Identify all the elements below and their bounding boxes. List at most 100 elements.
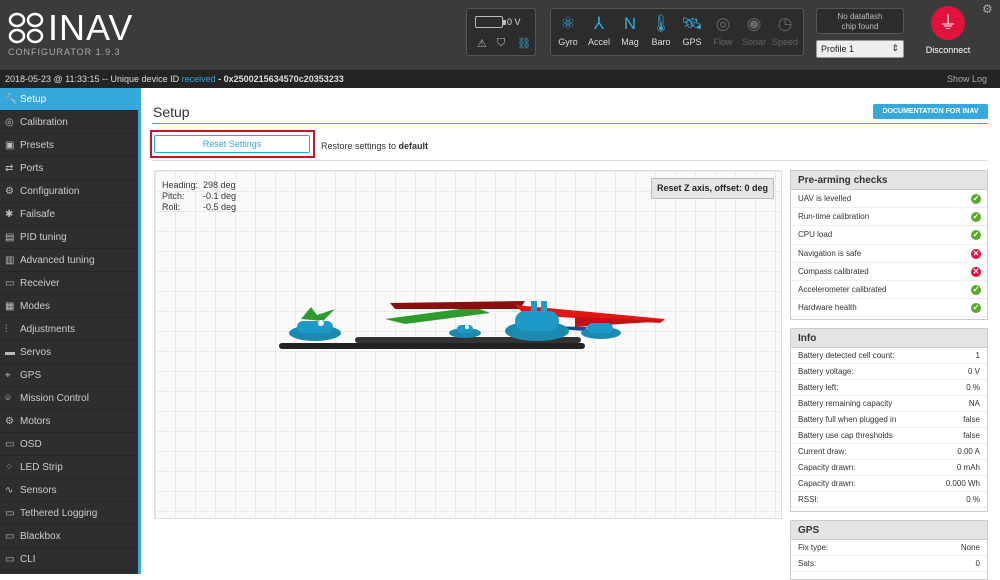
prearming-checks: UAV is levelled ✓ Run-time calibration ✓ CPU… bbox=[791, 190, 987, 318]
sidebar-item-sensors[interactable]: ∿ Sensors bbox=[0, 479, 138, 502]
sidebar-item-led-strip[interactable]: ⁘ LED Strip bbox=[0, 456, 138, 479]
sidebar-item-osd[interactable]: ▭ OSD bbox=[0, 433, 138, 456]
sidebar-item-mission-control[interactable]: ⌾ Mission Control bbox=[0, 387, 138, 410]
info-value: 0.00 A bbox=[957, 447, 980, 456]
sensor-label: Mag bbox=[621, 37, 639, 47]
calibration-icon: ◎ bbox=[5, 117, 14, 128]
osd-icon: ▭ bbox=[5, 439, 15, 450]
info-label: Battery left: bbox=[798, 383, 839, 392]
usb-plug-icon: ⏚ bbox=[931, 6, 965, 40]
sidebar-item-blackbox[interactable]: ▭ Blackbox bbox=[0, 525, 138, 548]
documentation-button[interactable]: DOCUMENTATION FOR INAV bbox=[873, 104, 988, 119]
sidebar-item-label: GPS bbox=[20, 370, 42, 381]
sidebar-item-modes[interactable]: ▦ Modes bbox=[0, 295, 138, 318]
sidebar-item-presets[interactable]: ▣ Presets bbox=[0, 134, 138, 157]
attitude-readout: Heading: 298 deg Pitch: -0.1 deg Roll: -0.5… bbox=[162, 180, 236, 213]
sidebar-item-motors[interactable]: ⚙ Motors bbox=[0, 410, 138, 433]
sensor-gyro: ⚛ Gyro bbox=[553, 11, 583, 55]
sidebar-item-label: Mission Control bbox=[20, 393, 89, 404]
prearming-title: Pre-arming checks bbox=[791, 171, 987, 190]
blackbox-icon: ▭ bbox=[5, 531, 15, 542]
sidebar-item-label: Presets bbox=[20, 140, 54, 151]
sensor-mag: N Mag bbox=[615, 11, 645, 55]
sidebar-item-tethered-logging[interactable]: ▭ Tethered Logging bbox=[0, 502, 138, 525]
prearming-check-row: Accelerometer calibrated ✓ bbox=[791, 281, 987, 300]
battery-icon bbox=[475, 16, 506, 28]
info-value: NA bbox=[968, 399, 980, 408]
show-log-link[interactable]: Show Log bbox=[947, 70, 987, 88]
info-label: Capacity drawn: bbox=[798, 463, 856, 472]
speed-icon: ◷ bbox=[777, 14, 793, 33]
sidebar-item-failsafe[interactable]: ✱ Failsafe bbox=[0, 203, 138, 226]
log-timestamp: 2018-05-23 @ 11:33:15 -- Unique device I… bbox=[5, 74, 182, 84]
sidebar-item-setup[interactable]: 🔧 Setup bbox=[0, 88, 138, 111]
gps-value: None bbox=[960, 543, 980, 552]
sidebar-item-pid-tuning[interactable]: ▤ PID tuning bbox=[0, 226, 138, 249]
gps-rows: Fix type: None Sats: 0 bbox=[791, 540, 987, 572]
info-row: Capacity drawn: 0.000 Wh bbox=[791, 476, 987, 492]
info-row: Capacity drawn: 0 mAh bbox=[791, 460, 987, 476]
log-device-id: - 0x2500215634570c20353233 bbox=[215, 74, 344, 84]
sonar-icon: ◉ bbox=[746, 14, 762, 33]
check-label: Navigation is safe bbox=[798, 248, 862, 258]
dataflash-status: No dataflash chip found bbox=[816, 8, 904, 34]
app-name: INAV bbox=[48, 7, 134, 48]
sidebar-item-adjustments[interactable]: ⫶ Adjustments bbox=[0, 318, 138, 341]
tethered-logging-icon: ▭ bbox=[5, 508, 15, 519]
gear-icon: ⚙ bbox=[5, 186, 14, 197]
info-value: 1 bbox=[975, 351, 980, 360]
sidebar-item-ports[interactable]: ⇄ Ports bbox=[0, 157, 138, 180]
gps-panel: GPS Fix type: None Sats: 0 bbox=[790, 520, 988, 580]
check-label: Compass calibrated bbox=[798, 266, 869, 276]
check-label: Hardware health bbox=[798, 303, 857, 313]
sidebar-edge bbox=[138, 88, 141, 574]
model-view: Heading: 298 deg Pitch: -0.1 deg Roll: -0.5… bbox=[154, 170, 782, 519]
info-panel: Info Battery detected cell count: 1 Batter… bbox=[790, 328, 988, 512]
sidebar-item-advanced-tuning[interactable]: ▥ Advanced tuning bbox=[0, 249, 138, 272]
sensor-label: Gyro bbox=[558, 37, 578, 47]
sidebar-item-label: Sensors bbox=[20, 485, 57, 496]
dataflash-line2: chip found bbox=[841, 22, 879, 31]
log-received: received bbox=[181, 74, 216, 84]
sidebar-item-cli[interactable]: ▭ CLI bbox=[0, 548, 138, 571]
mag-icon: N bbox=[623, 14, 637, 33]
settings-gear-icon[interactable]: ⚙ bbox=[982, 2, 993, 16]
info-label: Battery voltage: bbox=[798, 367, 854, 376]
prearming-check-row: CPU load ✓ bbox=[791, 226, 987, 245]
profile-select[interactable]: Profile 1 ⇕ bbox=[816, 40, 904, 58]
led-strip-icon: ⁘ bbox=[5, 462, 14, 473]
gyro-icon: ⚛ bbox=[560, 14, 576, 33]
sidebar-item-servos[interactable]: ▬ Servos bbox=[0, 341, 138, 364]
gps-label: Sats: bbox=[798, 559, 817, 568]
advanced-tuning-icon: ▥ bbox=[5, 255, 15, 266]
restore-label: Restore settings to bbox=[321, 141, 399, 151]
disconnect-label: Disconnect bbox=[925, 45, 971, 55]
reset-z-axis-button[interactable]: Reset Z axis, offset: 0 deg bbox=[651, 178, 774, 199]
sensor-label: Sonar bbox=[741, 37, 767, 47]
profile-value: Profile 1 bbox=[821, 44, 855, 54]
receiver-icon: ▭ bbox=[5, 278, 15, 289]
prearming-check-row: UAV is levelled ✓ bbox=[791, 190, 987, 209]
sidebar-nav: 🔧 Setup ◎ Calibration ▣ Presets ⇄ Ports ⚙ Configu… bbox=[0, 88, 138, 574]
reset-settings-button[interactable]: Reset Settings bbox=[154, 135, 310, 153]
sidebar-item-configuration[interactable]: ⚙ Configuration bbox=[0, 180, 138, 203]
info-row: Battery voltage: 0 V bbox=[791, 364, 987, 380]
disconnect-button[interactable]: ⏚ Disconnect bbox=[918, 6, 978, 55]
sidebar-item-calibration[interactable]: ◎ Calibration bbox=[0, 111, 138, 134]
gps-title: GPS bbox=[791, 521, 987, 540]
battery-voltage: 0 V bbox=[507, 17, 521, 27]
top-bar: INAV CONFIGURATOR 1.9.3 0 V ⚠ ⛉ ⛓ ⚛ Gyro … bbox=[0, 0, 1000, 70]
inav-logo-icon bbox=[8, 12, 44, 44]
check-label: Run-time calibration bbox=[798, 212, 870, 222]
chevron-updown-icon: ⇕ bbox=[891, 43, 899, 53]
check-label: Accelerometer calibrated bbox=[798, 284, 887, 294]
sidebar-item-label: OSD bbox=[20, 439, 42, 450]
gps-row: Fix type: None bbox=[791, 540, 987, 556]
check-fail-icon: ✕ bbox=[971, 266, 981, 277]
sidebar-item-receiver[interactable]: ▭ Receiver bbox=[0, 272, 138, 295]
info-label: Capacity drawn: bbox=[798, 479, 856, 488]
sidebar-item-gps[interactable]: ⌖ GPS bbox=[0, 364, 138, 387]
modes-icon: ▦ bbox=[5, 301, 15, 312]
prearming-panel: Pre-arming checks UAV is levelled ✓ Run-ti… bbox=[790, 170, 988, 320]
sidebar-item-label: Servos bbox=[20, 347, 52, 358]
